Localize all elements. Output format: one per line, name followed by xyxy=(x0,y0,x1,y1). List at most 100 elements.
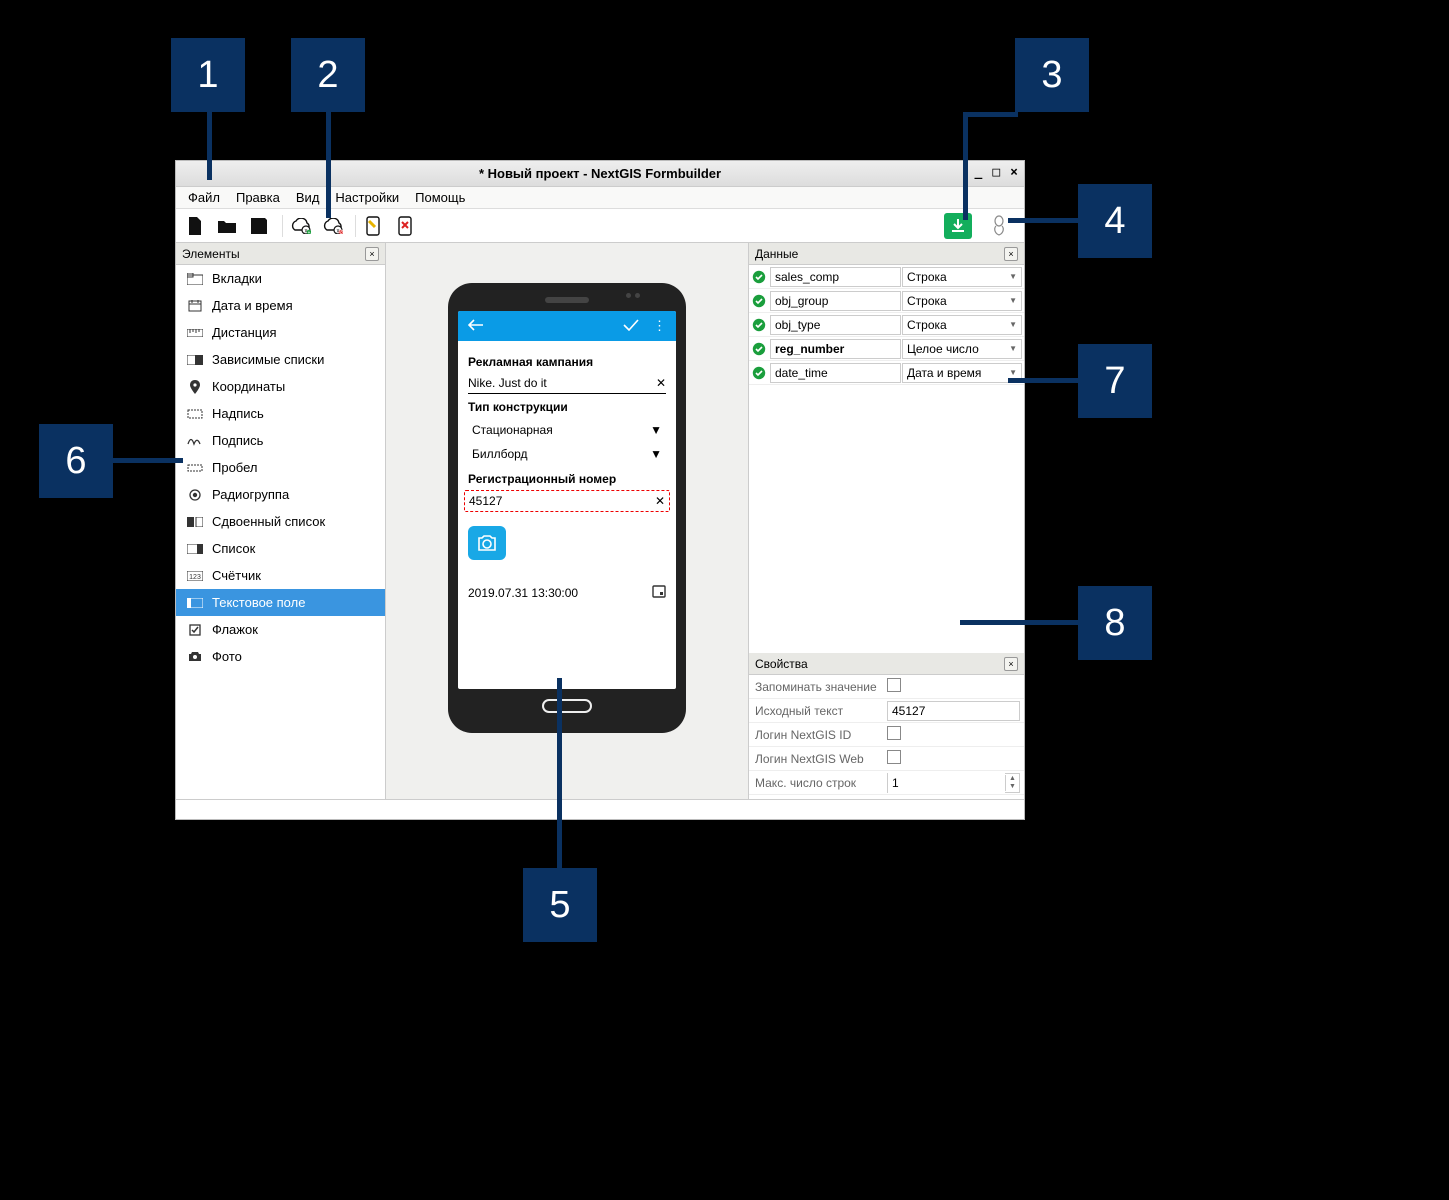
callout-1-line xyxy=(207,112,212,180)
element-item-ruler[interactable]: Дистанция xyxy=(176,319,385,346)
svg-text:123: 123 xyxy=(189,574,201,581)
element-item-radio[interactable]: Радиогруппа xyxy=(176,481,385,508)
open-file-button[interactable] xyxy=(214,213,240,239)
field-name-input[interactable]: obj_type xyxy=(770,315,901,335)
clear-icon[interactable]: ✕ xyxy=(655,494,665,508)
device-edit-button[interactable] xyxy=(360,213,386,239)
element-item-counter[interactable]: 123 Счётчик xyxy=(176,562,385,589)
callout-3-line3 xyxy=(963,160,968,220)
svg-text:+: + xyxy=(308,229,311,233)
elements-panel: Элементы × ВкладкиДата и времяДистанцияЗ… xyxy=(176,243,386,819)
callout-3: 3 xyxy=(1015,38,1089,112)
date-field[interactable]: 2019.07.31 13:30:00 xyxy=(468,584,666,601)
camera-button[interactable] xyxy=(468,526,506,560)
right-column: Данные × sales_compСтрока▼obj_groupСтрок… xyxy=(748,243,1024,819)
new-file-button[interactable] xyxy=(182,213,208,239)
campaign-label: Рекламная кампания xyxy=(468,355,666,369)
save-file-button[interactable] xyxy=(246,213,272,239)
duallist-icon xyxy=(186,515,204,529)
help-mascot-button[interactable] xyxy=(986,213,1012,239)
type-select-1[interactable]: Стационарная ▼ xyxy=(468,418,666,442)
element-item-deplist[interactable]: Зависимые списки xyxy=(176,346,385,373)
menu-file[interactable]: Файл xyxy=(180,188,228,207)
clear-icon[interactable]: ✕ xyxy=(656,376,666,390)
prop-initial-text-label: Исходный текст xyxy=(749,704,887,718)
prop-initial-text-input[interactable] xyxy=(887,701,1020,721)
field-type-select[interactable]: Строка▼ xyxy=(902,291,1022,311)
element-item-calendar[interactable]: Дата и время xyxy=(176,292,385,319)
element-item-tabs[interactable]: Вкладки xyxy=(176,265,385,292)
menu-view[interactable]: Вид xyxy=(288,188,328,207)
prop-remember-checkbox[interactable] xyxy=(887,678,901,692)
callout-5: 5 xyxy=(523,868,597,942)
props-panel-close[interactable]: × xyxy=(1004,657,1018,671)
element-item-duallist[interactable]: Сдвоенный список xyxy=(176,508,385,535)
field-type-select[interactable]: Целое число▼ xyxy=(902,339,1022,359)
field-type-select[interactable]: Строка▼ xyxy=(902,267,1022,287)
status-ok-icon xyxy=(749,318,769,332)
textfield-icon xyxy=(186,596,204,610)
submit-icon[interactable] xyxy=(623,319,639,334)
element-item-label: Список xyxy=(212,541,255,556)
menu-settings[interactable]: Настройки xyxy=(327,188,407,207)
menu-help[interactable]: Помощь xyxy=(407,188,473,207)
element-item-checkbox[interactable]: Флажок xyxy=(176,616,385,643)
callout-3-line2 xyxy=(963,112,1018,117)
counter-icon: 123 xyxy=(186,569,204,583)
field-name-input[interactable]: reg_number xyxy=(770,339,901,359)
menubar: Файл Правка Вид Настройки Помощь xyxy=(176,187,1024,209)
field-type-select[interactable]: Строка▼ xyxy=(902,315,1022,335)
menu-edit[interactable]: Правка xyxy=(228,188,288,207)
minimize-button[interactable]: _ xyxy=(975,165,983,180)
element-item-label: Флажок xyxy=(212,622,258,637)
callout-2: 2 xyxy=(291,38,365,112)
prop-login-web-checkbox[interactable] xyxy=(887,750,901,764)
prop-login-id-checkbox[interactable] xyxy=(887,726,901,740)
statusbar xyxy=(176,799,1024,819)
titlebar[interactable]: * Новый проект - NextGIS Formbuilder _ □… xyxy=(176,161,1024,187)
element-item-pin[interactable]: Координаты xyxy=(176,373,385,400)
phone-mockup: ⋮ Рекламная кампания Nike. Just do it ✕ … xyxy=(448,283,686,733)
field-name-input[interactable]: obj_group xyxy=(770,291,901,311)
element-item-textfield[interactable]: Текстовое поле xyxy=(176,589,385,616)
app-window: * Новый проект - NextGIS Formbuilder _ □… xyxy=(175,160,1025,820)
element-item-list[interactable]: Список xyxy=(176,535,385,562)
toolbar: x+ x⊘ xyxy=(176,209,1024,243)
device-clear-button[interactable] xyxy=(392,213,418,239)
callout-7-line xyxy=(1008,378,1080,383)
campaign-input[interactable]: Nike. Just do it ✕ xyxy=(468,373,666,394)
element-item-label: Подпись xyxy=(212,433,263,448)
ruler-icon xyxy=(186,326,204,340)
props-panel-header: Свойства × xyxy=(749,653,1024,675)
preview-area: ⋮ Рекламная кампания Nike. Just do it ✕ … xyxy=(386,243,748,819)
data-panel-close[interactable]: × xyxy=(1004,247,1018,261)
element-item-label: Дата и время xyxy=(212,298,293,313)
data-row: sales_compСтрока▼ xyxy=(749,265,1024,289)
tabs-icon xyxy=(186,272,204,286)
type-label: Тип конструкции xyxy=(468,400,666,414)
element-item-camera[interactable]: Фото xyxy=(176,643,385,670)
element-item-space[interactable]: Пробел xyxy=(176,454,385,481)
props-panel-title: Свойства xyxy=(755,657,808,671)
close-window-button[interactable]: × xyxy=(1010,165,1018,180)
chevron-down-icon: ▼ xyxy=(650,423,662,437)
elements-panel-close[interactable]: × xyxy=(365,247,379,261)
back-icon[interactable] xyxy=(468,319,484,334)
prop-max-lines-spinner[interactable]: ▲▼ xyxy=(887,773,1020,793)
type-select-2[interactable]: Биллборд ▼ xyxy=(468,442,666,466)
field-name-input[interactable]: date_time xyxy=(770,363,901,383)
callout-6-line xyxy=(113,458,183,463)
element-item-label[interactable]: Надпись xyxy=(176,400,385,427)
status-ok-icon xyxy=(749,366,769,380)
cloud-upload-button[interactable]: x+ xyxy=(287,213,313,239)
field-name-input[interactable]: sales_comp xyxy=(770,267,901,287)
reg-input-selected[interactable]: 45127 ✕ xyxy=(464,490,670,512)
prop-max-lines-label: Макс. число строк xyxy=(749,776,887,790)
field-type-select[interactable]: Дата и время▼ xyxy=(902,363,1022,383)
data-panel-title: Данные xyxy=(755,247,798,261)
cloud-download-button[interactable]: x⊘ xyxy=(319,213,345,239)
element-item-label: Счётчик xyxy=(212,568,261,583)
more-icon[interactable]: ⋮ xyxy=(653,318,666,334)
element-item-signature[interactable]: Подпись xyxy=(176,427,385,454)
maximize-button[interactable]: □ xyxy=(992,165,1000,180)
